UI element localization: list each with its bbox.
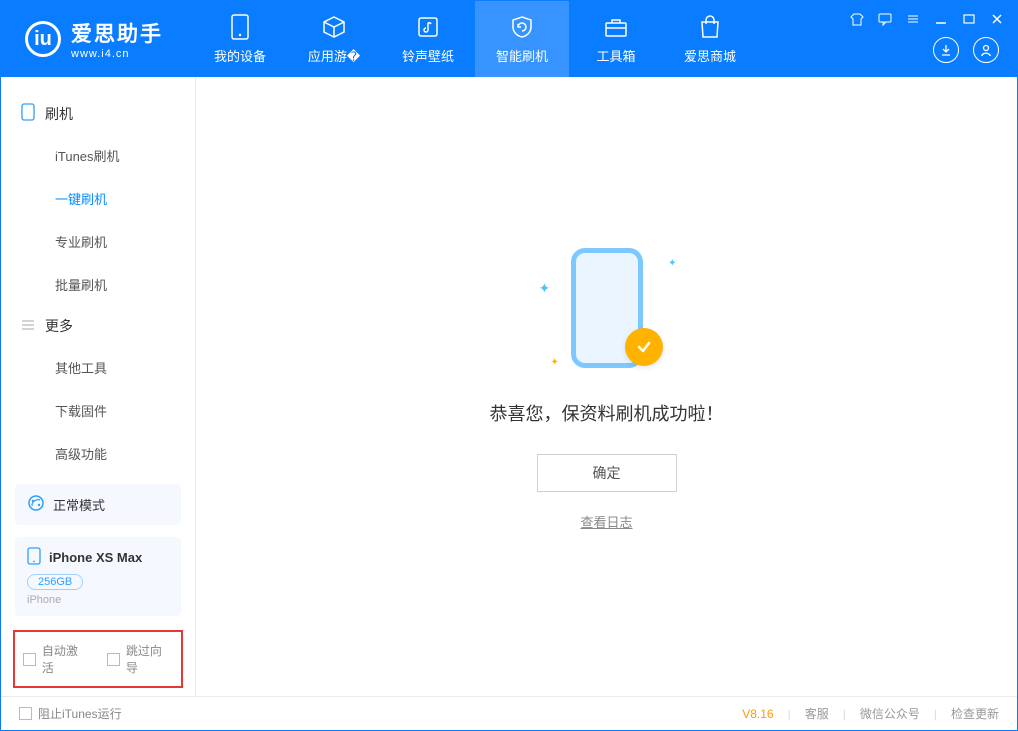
sidebar-group-title: 更多 <box>45 316 73 336</box>
title-bar: iu 爱思助手 www.i4.cn 我的设备 应用游� <box>1 1 1017 77</box>
device-name: iPhone XS Max <box>49 550 142 565</box>
sidebar-item-download-firmware[interactable]: 下载固件 <box>1 389 195 432</box>
sidebar-item-pro-flash[interactable]: 专业刷机 <box>1 220 195 263</box>
divider: | <box>788 707 791 721</box>
sidebar-item-itunes-flash[interactable]: iTunes刷机 <box>1 134 195 177</box>
nav-toolbox[interactable]: 工具箱 <box>569 1 663 77</box>
nav-label: 工具箱 <box>596 46 635 65</box>
version-label: V8.16 <box>742 707 773 721</box>
checkbox-label: 自动激活 <box>42 642 89 676</box>
mode-icon <box>27 494 45 515</box>
music-note-icon <box>416 14 440 40</box>
toolbox-icon <box>603 14 629 40</box>
window-controls <box>849 11 1005 27</box>
close-button[interactable] <box>989 11 1005 27</box>
minimize-button[interactable] <box>933 11 949 27</box>
status-bar: 阻止iTunes运行 V8.16 | 客服 | 微信公众号 | 检查更新 <box>1 696 1017 730</box>
skin-icon[interactable] <box>849 11 865 27</box>
block-itunes-checkbox[interactable]: 阻止iTunes运行 <box>19 705 122 722</box>
checkbox-label: 阻止iTunes运行 <box>38 705 122 722</box>
status-link-wechat[interactable]: 微信公众号 <box>860 705 920 722</box>
sidebar-group-flash[interactable]: 刷机 <box>1 93 195 134</box>
sidebar: 刷机 iTunes刷机 一键刷机 专业刷机 批量刷机 更多 其他工具 下载固件 … <box>1 77 196 696</box>
nav-my-device[interactable]: 我的设备 <box>193 1 287 77</box>
device-icon <box>231 14 249 40</box>
menu-icon[interactable] <box>905 11 921 27</box>
sidebar-item-other-tools[interactable]: 其他工具 <box>1 346 195 389</box>
device-type: iPhone <box>27 594 169 606</box>
nav-label: 铃声壁纸 <box>402 46 454 65</box>
header-actions <box>933 37 999 63</box>
checkbox-icon <box>23 653 36 666</box>
phone-outline-icon <box>21 103 35 124</box>
status-link-update[interactable]: 检查更新 <box>951 705 999 722</box>
mode-label: 正常模式 <box>53 495 105 514</box>
app-title: 爱思助手 <box>71 18 163 48</box>
refresh-shield-icon <box>509 14 535 40</box>
nav-store[interactable]: 爱思商城 <box>663 1 757 77</box>
app-logo-icon: iu <box>25 21 61 57</box>
sidebar-group-title: 刷机 <box>45 104 73 124</box>
nav-apps-games[interactable]: 应用游� <box>287 1 381 77</box>
sidebar-item-batch-flash[interactable]: 批量刷机 <box>1 263 195 306</box>
body: 刷机 iTunes刷机 一键刷机 专业刷机 批量刷机 更多 其他工具 下载固件 … <box>1 77 1017 696</box>
logo-block: iu 爱思助手 www.i4.cn <box>1 18 193 60</box>
sidebar-group-more[interactable]: 更多 <box>1 306 195 346</box>
nav-label: 爱思商城 <box>684 46 736 65</box>
highlighted-options: 自动激活 跳过向导 <box>13 630 183 688</box>
nav-smart-flash[interactable]: 智能刷机 <box>475 1 569 77</box>
user-icon[interactable] <box>973 37 999 63</box>
cube-icon <box>321 14 347 40</box>
checkbox-label: 跳过向导 <box>126 642 173 676</box>
nav-label: 智能刷机 <box>496 46 548 65</box>
checkbox-icon <box>107 653 120 666</box>
device-capacity: 256GB <box>27 574 83 590</box>
ok-button[interactable]: 确定 <box>537 454 677 492</box>
device-box[interactable]: iPhone XS Max 256GB iPhone <box>15 537 181 616</box>
success-message: 恭喜您，保资料刷机成功啦！ <box>490 400 724 426</box>
sparkle-icon: ✦ <box>551 357 559 368</box>
nav-label: 我的设备 <box>214 46 266 65</box>
status-link-support[interactable]: 客服 <box>805 705 829 722</box>
nav-bar: 我的设备 应用游� 铃声壁纸 智能刷机 <box>193 1 757 77</box>
feedback-icon[interactable] <box>877 11 893 27</box>
more-lines-icon <box>21 318 35 335</box>
check-badge-icon <box>625 328 663 366</box>
sparkle-icon: ✦ <box>668 258 676 269</box>
mode-box[interactable]: 正常模式 <box>15 484 181 525</box>
skip-guide-checkbox[interactable]: 跳过向导 <box>107 642 173 676</box>
downloads-icon[interactable] <box>933 37 959 63</box>
divider: | <box>934 707 937 721</box>
maximize-button[interactable] <box>961 11 977 27</box>
sidebar-item-one-click-flash[interactable]: 一键刷机 <box>1 177 195 220</box>
main-content: ✦ ✦ ✦ 恭喜您，保资料刷机成功啦！ 确定 查看日志 <box>196 77 1017 696</box>
checkbox-icon <box>19 707 32 720</box>
sparkle-icon: ✦ <box>539 280 551 297</box>
app-window: iu 爱思助手 www.i4.cn 我的设备 应用游� <box>0 0 1018 731</box>
view-log-link[interactable]: 查看日志 <box>580 512 632 531</box>
shopping-bag-icon <box>699 14 721 40</box>
success-illustration: ✦ ✦ ✦ <box>527 242 687 382</box>
nav-ringtones-wallpapers[interactable]: 铃声壁纸 <box>381 1 475 77</box>
nav-label: 应用游� <box>308 46 360 65</box>
sidebar-item-advanced[interactable]: 高级功能 <box>1 432 195 475</box>
auto-activate-checkbox[interactable]: 自动激活 <box>23 642 89 676</box>
device-icon <box>27 547 41 568</box>
app-url: www.i4.cn <box>71 48 163 60</box>
divider: | <box>843 707 846 721</box>
